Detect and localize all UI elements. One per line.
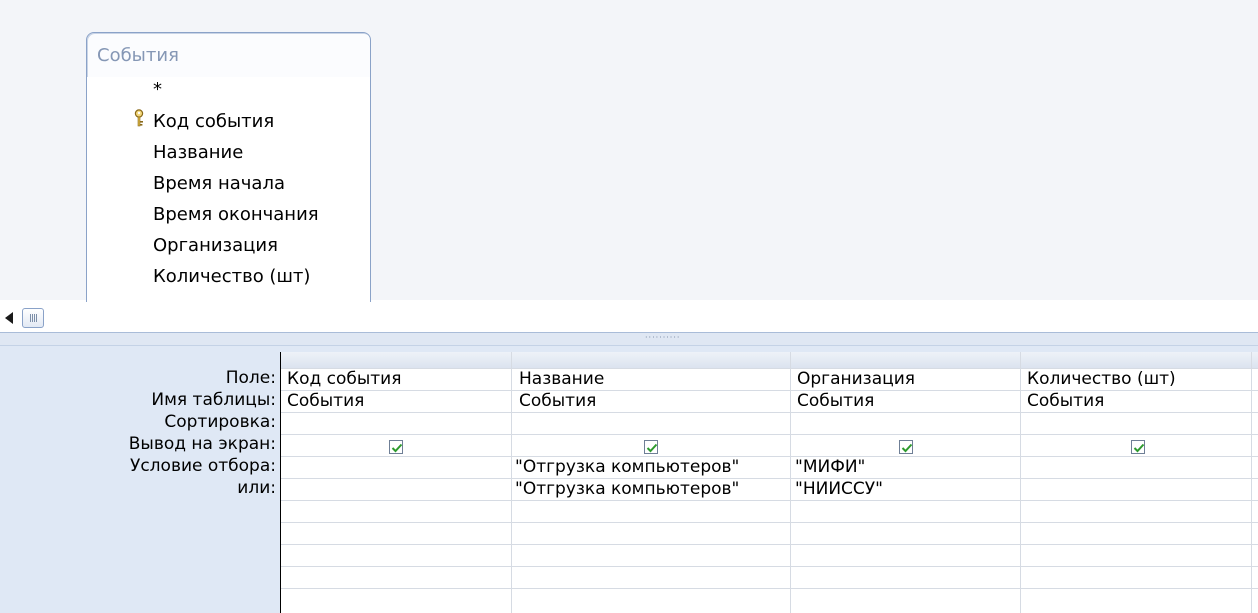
- grid-or-cell[interactable]: "НИИССУ": [795, 479, 883, 499]
- horizontal-scrollbar[interactable]: [0, 302, 1258, 332]
- row-label-criteria: Условие отбора:: [129, 456, 276, 476]
- row-label-sort: Сортировка:: [164, 412, 276, 432]
- column-selector[interactable]: [791, 352, 1021, 368]
- field-item-all[interactable]: *: [153, 79, 162, 100]
- field-item-end-time[interactable]: Время окончания: [153, 204, 319, 225]
- checkbox-checked-icon[interactable]: [899, 440, 913, 454]
- field-item-name[interactable]: Название: [153, 142, 243, 163]
- grid-table-cell[interactable]: События: [797, 391, 874, 411]
- column-selector[interactable]: [281, 352, 512, 368]
- grid-or-cell[interactable]: "Отгрузка компьютеров": [515, 479, 739, 499]
- table-field-list-window[interactable]: События * Код события Название Время нач…: [86, 32, 371, 303]
- key-icon: [133, 109, 145, 127]
- splitter-grip[interactable]: ··········: [645, 334, 725, 342]
- grid-field-cell[interactable]: Название: [519, 369, 604, 389]
- row-label-show: Вывод на экран:: [128, 434, 276, 454]
- row-label-or: или:: [237, 478, 276, 498]
- row-label-table: Имя таблицы:: [151, 390, 276, 410]
- arrow-left-icon[interactable]: [5, 312, 13, 324]
- checkbox-checked-icon[interactable]: [1131, 440, 1145, 454]
- checkbox-checked-icon[interactable]: [389, 440, 403, 454]
- grid-field-cell[interactable]: Организация: [797, 369, 915, 389]
- query-design-area: События * Код события Название Время нач…: [0, 0, 1258, 303]
- grid-criteria-cell[interactable]: "МИФИ": [795, 457, 865, 477]
- query-grid-area: Поле: Имя таблицы: Сортировка: Вывод на …: [0, 346, 1258, 613]
- field-item-start-time[interactable]: Время начала: [153, 173, 285, 194]
- column-selector[interactable]: [1021, 352, 1258, 368]
- row-labels: Поле: Имя таблицы: Сортировка: Вывод на …: [0, 346, 280, 613]
- grid-table-cell[interactable]: События: [519, 391, 596, 411]
- field-item-organization[interactable]: Организация: [153, 235, 278, 256]
- column-selector[interactable]: [512, 352, 791, 368]
- checkbox-checked-icon[interactable]: [644, 440, 658, 454]
- query-design-grid: Код события События Название События "От…: [280, 352, 1258, 613]
- scroll-thumb[interactable]: [22, 308, 44, 328]
- field-item-event-code[interactable]: Код события: [153, 111, 274, 132]
- pane-splitter[interactable]: ··········: [0, 332, 1258, 346]
- grid-table-cell[interactable]: События: [1027, 391, 1104, 411]
- field-list: * Код события Название Время начала Врем…: [87, 77, 370, 303]
- table-title: События: [97, 45, 179, 66]
- field-item-quantity[interactable]: Количество (шт): [153, 266, 310, 287]
- grid-criteria-cell[interactable]: "Отгрузка компьютеров": [515, 457, 739, 477]
- grid-table-cell[interactable]: События: [287, 391, 364, 411]
- row-label-field: Поле:: [225, 368, 276, 388]
- grid-field-cell[interactable]: Количество (шт): [1027, 369, 1176, 389]
- grid-field-cell[interactable]: Код события: [287, 369, 401, 389]
